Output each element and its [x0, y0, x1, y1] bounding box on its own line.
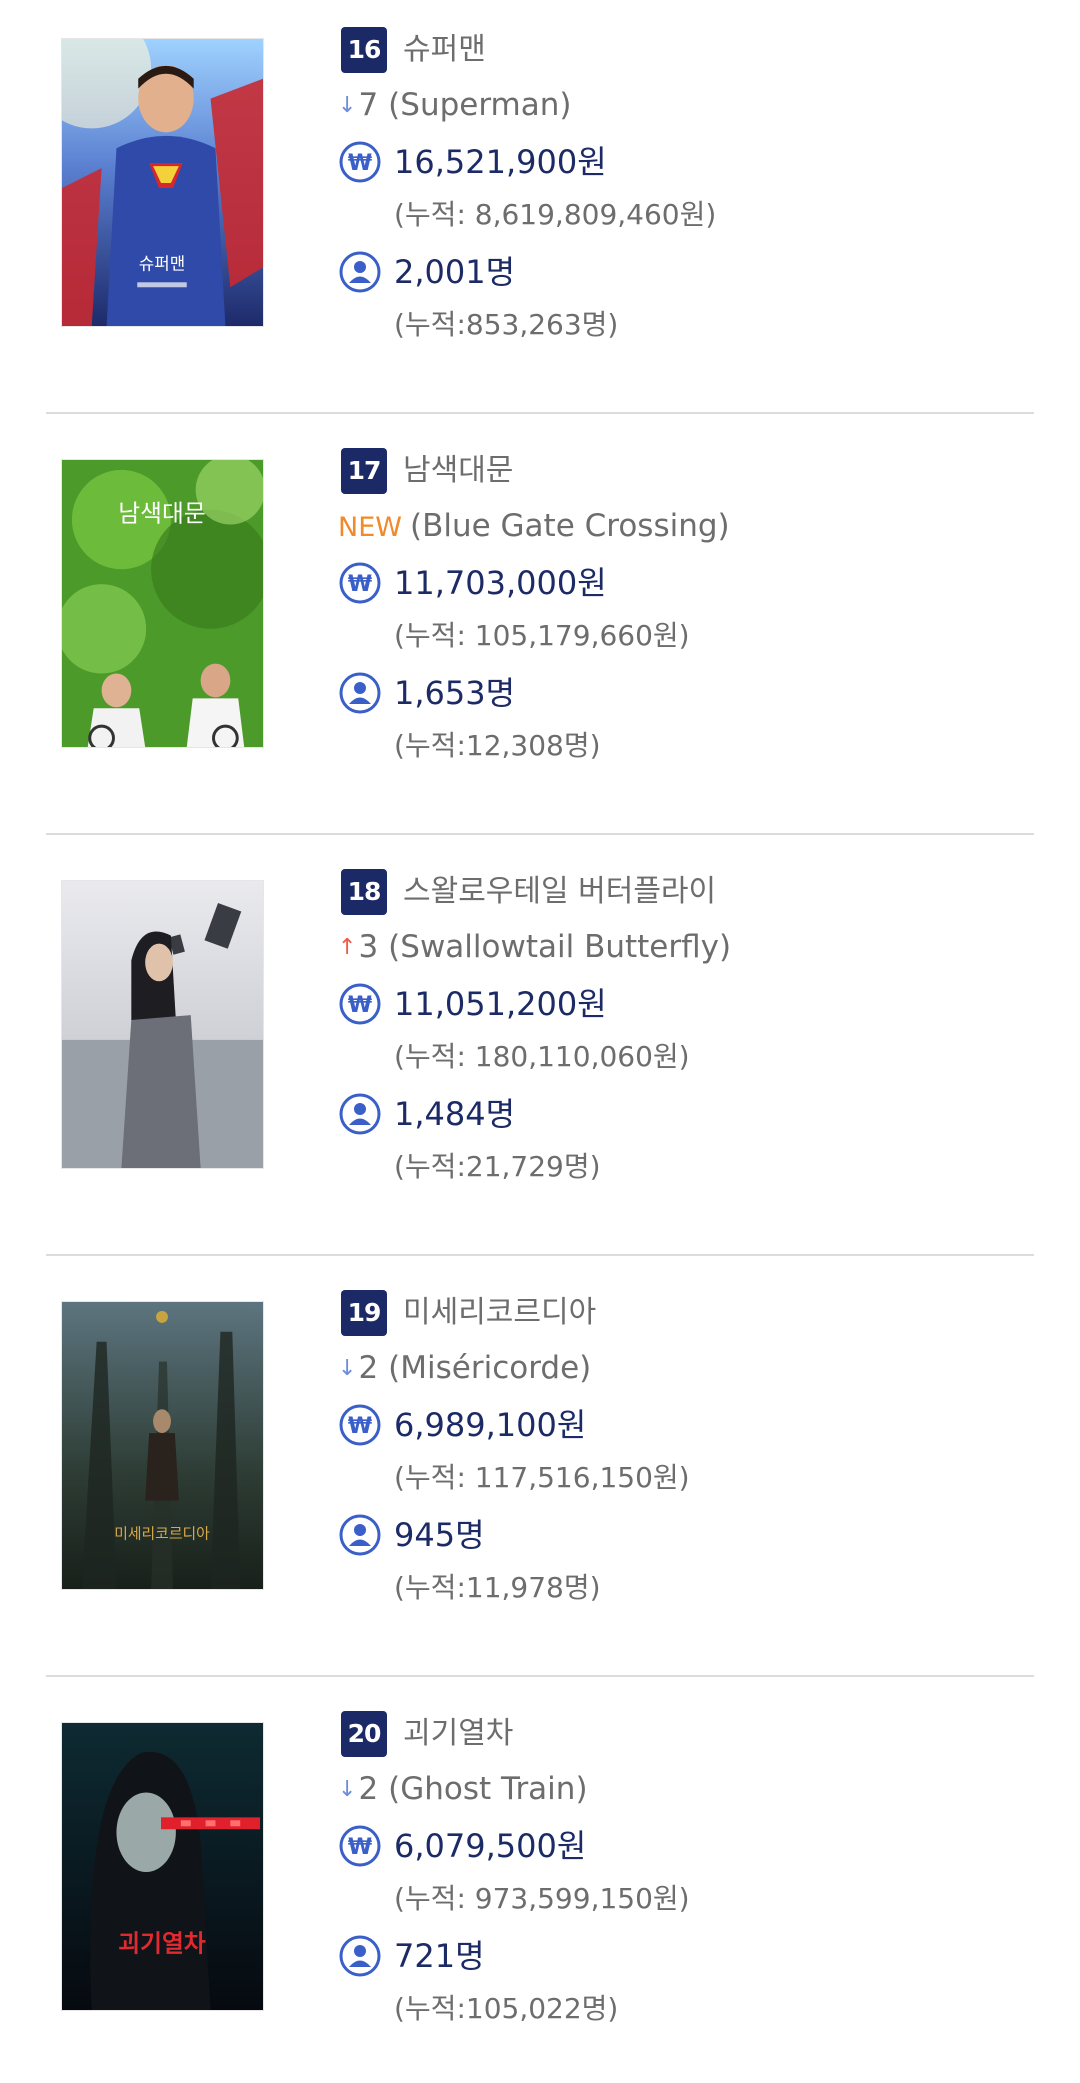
cumulative-audience: (누적:12,308명)	[394, 729, 601, 762]
rank-change: ↓2 (Miséricorde)	[338, 1345, 591, 1391]
movie-title-english: (Superman)	[388, 87, 572, 123]
rank-badge: 19	[341, 1290, 387, 1336]
svg-text:₩: ₩	[348, 572, 372, 597]
daily-revenue: 6,079,500원	[394, 1827, 587, 1865]
rank-change-value: 3	[358, 929, 379, 965]
cumulative-audience: (누적:21,729명)	[394, 1150, 601, 1183]
daily-audience: 1,653명	[394, 674, 516, 712]
user-avatar-icon	[338, 1092, 382, 1136]
arrow-down-icon: ↓	[338, 1777, 357, 1802]
cumulative-revenue: (누적: 973,599,150원)	[394, 1882, 690, 1915]
movie-title-english: (Swallowtail Butterfly)	[388, 929, 732, 965]
won-coin-icon: ₩	[338, 561, 382, 605]
divider	[46, 1254, 1034, 1256]
user-avatar-icon	[338, 671, 382, 715]
movie-poster[interactable]: 괴기열차	[61, 1722, 264, 2011]
user-avatar-icon	[338, 1934, 382, 1978]
arrow-up-icon: ↑	[338, 935, 357, 960]
poster-title-text: 괴기열차	[118, 1929, 206, 1957]
cumulative-audience: (누적:11,978명)	[394, 1571, 601, 1604]
movie-title-korean[interactable]: 괴기열차	[403, 1711, 513, 1757]
movie-item[interactable]: 미세리코르디아 19 미세리코르디아 ↓2 (Miséricorde) ₩ 6,9…	[0, 1263, 1080, 1684]
cumulative-revenue: (누적: 180,110,060원)	[394, 1040, 690, 1073]
svg-text:₩: ₩	[348, 151, 372, 176]
rank-change-value: 7	[358, 87, 379, 123]
daily-audience: 1,484명	[394, 1095, 516, 1133]
svg-text:₩: ₩	[348, 1835, 372, 1860]
rank-change: ↓2 (Ghost Train)	[338, 1766, 588, 1812]
poster-title-text: 미세리코르디아	[114, 1524, 210, 1542]
rank-badge: 16	[341, 27, 387, 73]
arrow-down-icon: ↓	[338, 93, 357, 118]
movie-item[interactable]: 괴기열차 20 괴기열차 ↓2 (Ghost Train) ₩ 6,079,500…	[0, 1684, 1080, 2083]
movie-title-korean[interactable]: 미세리코르디아	[403, 1290, 596, 1336]
poster-title-text: 슈퍼맨	[139, 253, 185, 273]
daily-audience: 721명	[394, 1937, 485, 1975]
new-entry-label: NEW	[338, 512, 402, 543]
cumulative-audience: (누적:105,022명)	[394, 1992, 619, 2025]
user-avatar-icon	[338, 1513, 382, 1557]
user-avatar-icon	[338, 250, 382, 294]
movie-title-english: (Blue Gate Crossing)	[409, 508, 730, 544]
movie-poster[interactable]: 미세리코르디아	[61, 1301, 264, 1590]
daily-revenue: 11,703,000원	[394, 564, 607, 602]
rank-change: ↑3 (Swallowtail Butterfly)	[338, 924, 731, 970]
arrow-down-icon: ↓	[338, 1356, 357, 1381]
rank-badge: 17	[341, 448, 387, 494]
daily-revenue: 11,051,200원	[394, 985, 607, 1023]
movie-title-korean[interactable]: 슈퍼맨	[403, 27, 486, 73]
daily-audience: 2,001명	[394, 253, 516, 291]
svg-text:₩: ₩	[348, 993, 372, 1018]
won-coin-icon: ₩	[338, 982, 382, 1026]
rank-change: NEW (Blue Gate Crossing)	[338, 503, 730, 549]
movie-title-english: (Miséricorde)	[388, 1350, 592, 1386]
svg-text:₩: ₩	[348, 1414, 372, 1439]
movie-item[interactable]: 18 스왈로우테일 버터플라이 ↑3 (Swallowtail Butterfly…	[0, 842, 1080, 1263]
won-coin-icon: ₩	[338, 1403, 382, 1447]
cumulative-revenue: (누적: 105,179,660원)	[394, 619, 690, 652]
rank-change-value: 2	[358, 1350, 379, 1386]
movie-item[interactable]: 슈퍼맨 16 슈퍼맨 ↓7 (Superman) ₩ 16,521,900원 (누…	[0, 0, 1080, 421]
divider	[46, 1675, 1034, 1677]
cumulative-audience: (누적:853,263명)	[394, 308, 619, 341]
cumulative-revenue: (누적: 117,516,150원)	[394, 1461, 690, 1494]
daily-audience: 945명	[394, 1516, 485, 1554]
movie-poster[interactable]: 남색대문	[61, 459, 264, 748]
movie-title-english: (Ghost Train)	[388, 1771, 588, 1807]
rank-change-value: 2	[358, 1771, 379, 1807]
rank-badge: 20	[341, 1711, 387, 1757]
daily-revenue: 6,989,100원	[394, 1406, 587, 1444]
divider	[46, 833, 1034, 835]
daily-revenue: 16,521,900원	[394, 143, 607, 181]
movie-item[interactable]: 남색대문 17 남색대문 NEW (Blue Gate Crossing) ₩ 1…	[0, 421, 1080, 842]
movie-title-korean[interactable]: 스왈로우테일 버터플라이	[403, 869, 716, 915]
won-coin-icon: ₩	[338, 1824, 382, 1868]
movie-title-korean[interactable]: 남색대문	[403, 448, 513, 494]
movie-poster[interactable]: 슈퍼맨	[61, 38, 264, 327]
poster-title-text: 남색대문	[118, 500, 205, 528]
cumulative-revenue: (누적: 8,619,809,460원)	[394, 198, 717, 231]
rank-badge: 18	[341, 869, 387, 915]
divider	[46, 412, 1034, 414]
box-office-list: 슈퍼맨 16 슈퍼맨 ↓7 (Superman) ₩ 16,521,900원 (누…	[0, 0, 1080, 2083]
rank-change: ↓7 (Superman)	[338, 82, 571, 128]
won-coin-icon: ₩	[338, 140, 382, 184]
movie-poster[interactable]	[61, 880, 264, 1169]
